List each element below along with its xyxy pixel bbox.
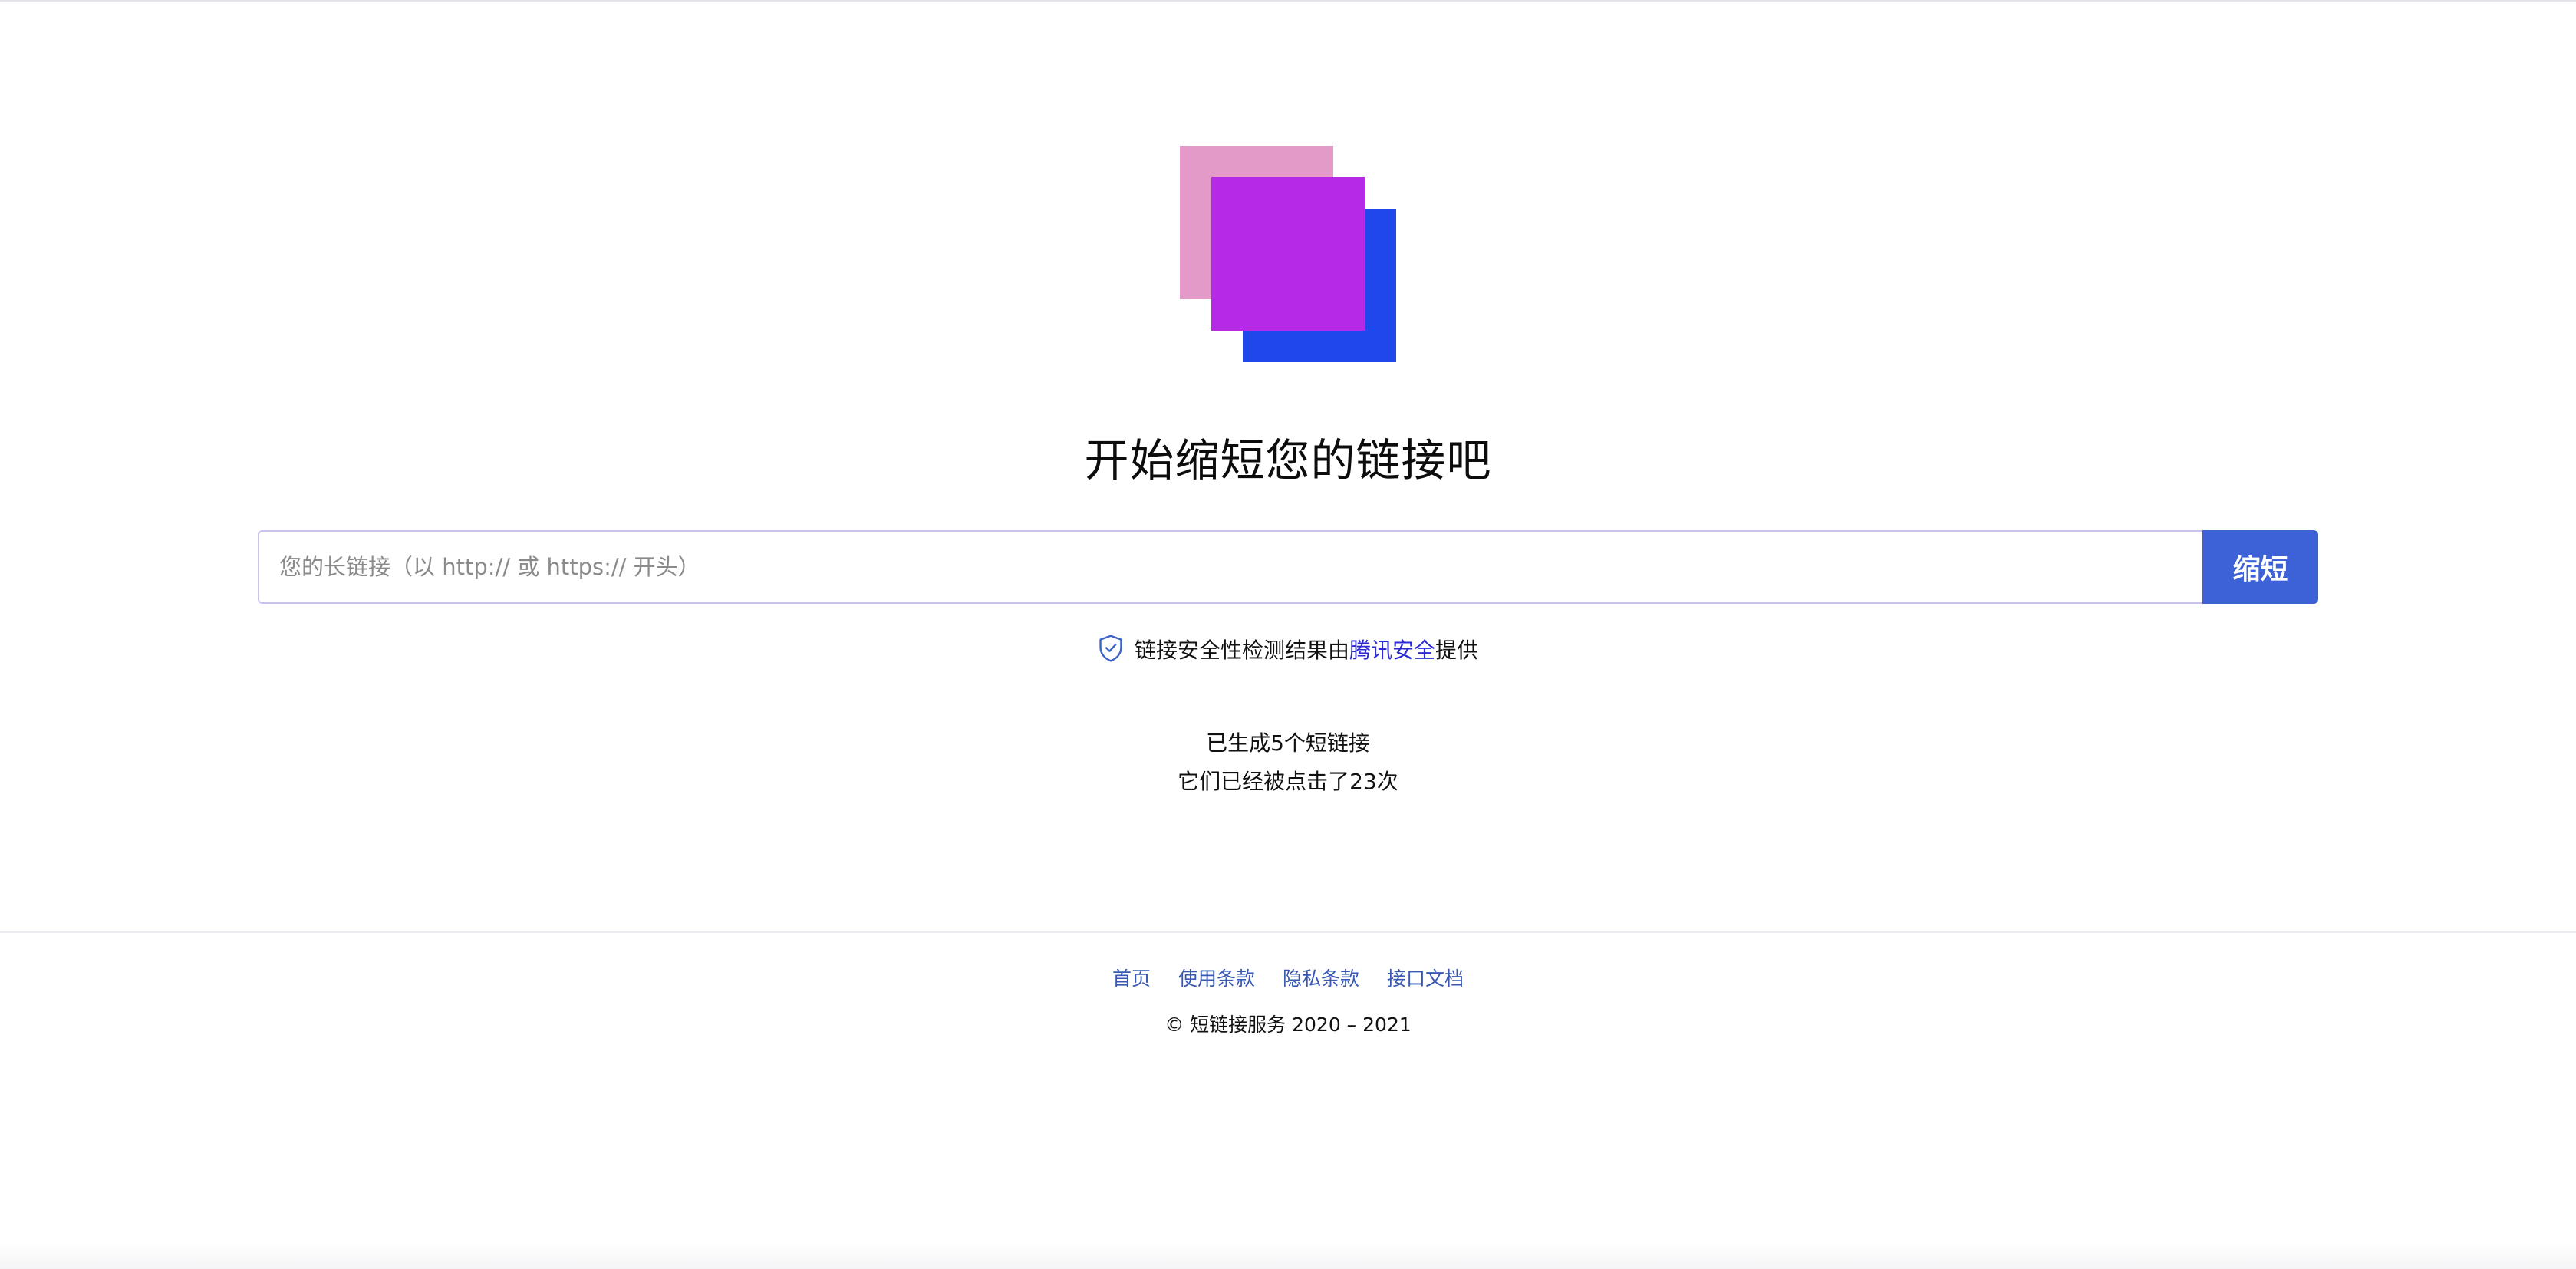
page: 开始缩短您的链接吧 缩短 链接安全性检测结果由腾讯安全提供 已生成5个短链接 它… bbox=[0, 0, 2576, 1269]
security-notice: 链接安全性检测结果由腾讯安全提供 bbox=[0, 634, 2576, 667]
logo-middle-square bbox=[1211, 177, 1365, 331]
footer-link-privacy[interactable]: 隐私条款 bbox=[1283, 967, 1359, 990]
security-provider-link[interactable]: 腾讯安全 bbox=[1349, 638, 1435, 663]
footer-link-terms[interactable]: 使用条款 bbox=[1178, 967, 1255, 990]
footer-nav: 首页 使用条款 隐私条款 接口文档 bbox=[0, 962, 2576, 996]
top-border bbox=[0, 0, 2576, 2]
clicked-count-text: 它们已经被点击了23次 bbox=[1178, 769, 1398, 794]
logo bbox=[1180, 146, 1398, 362]
generated-count-text: 已生成5个短链接 bbox=[1206, 730, 1370, 756]
footer-link-home[interactable]: 首页 bbox=[1112, 967, 1151, 990]
long-url-input[interactable] bbox=[258, 530, 2202, 604]
copyright: © 短链接服务 2020 – 2021 bbox=[1164, 1014, 1412, 1036]
bottom-fade bbox=[0, 1243, 2576, 1269]
footer-divider bbox=[0, 931, 2576, 933]
security-prefix: 链接安全性检测结果由 bbox=[1134, 638, 1349, 663]
footer-link-api-docs[interactable]: 接口文档 bbox=[1387, 967, 1464, 990]
shield-check-icon bbox=[1099, 634, 1122, 662]
stats: 已生成5个短链接 它们已经被点击了23次 bbox=[0, 724, 2576, 801]
shorten-button[interactable]: 缩短 bbox=[2202, 530, 2318, 604]
security-suffix: 提供 bbox=[1435, 638, 1479, 663]
page-title: 开始缩短您的链接吧 bbox=[1084, 434, 1492, 486]
shorten-form: 缩短 bbox=[258, 530, 2318, 604]
